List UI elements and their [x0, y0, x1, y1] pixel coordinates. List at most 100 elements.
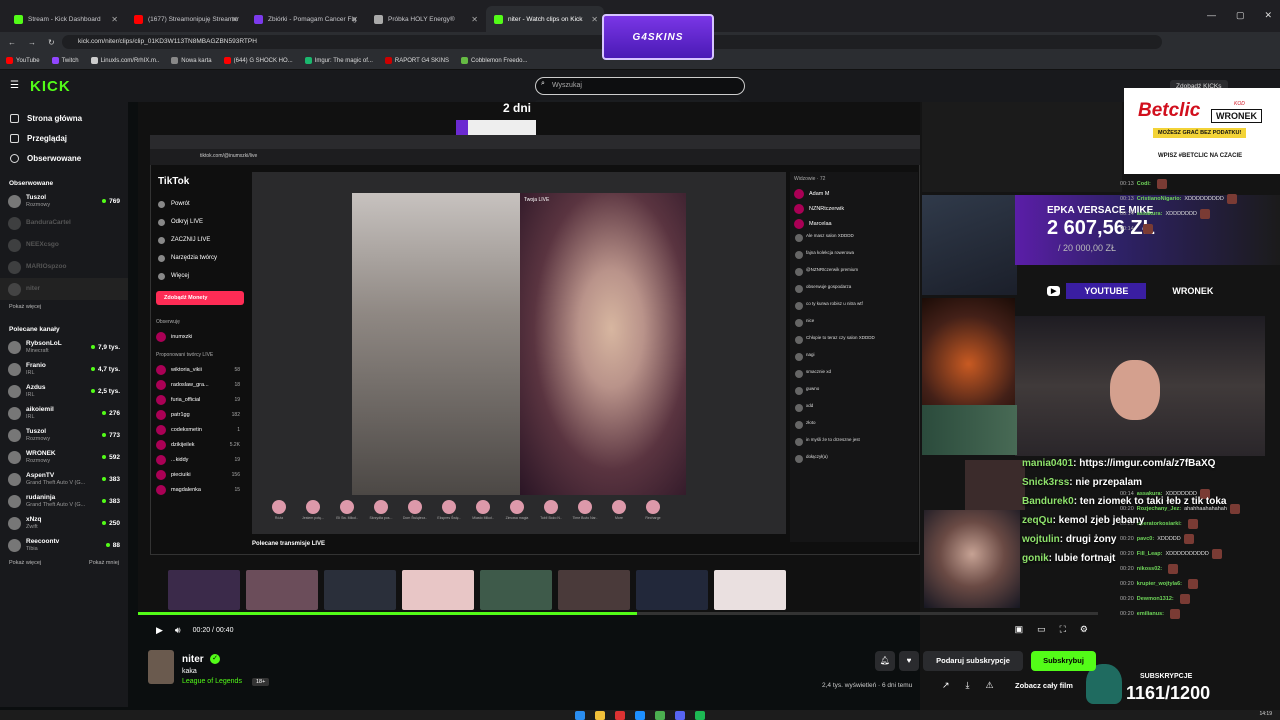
menu-icon[interactable]: ☰ [10, 80, 19, 91]
tiktok-chat-message: Chłopie to teraz czy salon XDDDD [790, 333, 918, 350]
tiktok-chat-message: złoto [790, 418, 918, 435]
tiktok-user: radoslaw_gra... 18 [152, 377, 248, 392]
nav-following[interactable]: Obserwowane [0, 148, 128, 168]
kick-favicon [494, 14, 503, 24]
followed-channel[interactable]: Tuszol Rozmowy 769 [0, 190, 128, 212]
recommended-channel[interactable]: Reecoontv Tibia 88 [0, 534, 128, 556]
avatar [156, 331, 166, 342]
followed-channel[interactable]: BandurаCartel [0, 212, 128, 234]
recommended-channel[interactable]: RybsonLoL Minecraft 7,9 tys. [0, 336, 128, 358]
browser-tab[interactable]: Zbiórki - Pomagam Cancer Fig ✕ [246, 6, 364, 32]
bookmark[interactable]: YouTube [6, 57, 40, 64]
tiktok-chat-message: Ale masz salon XDDDD [790, 231, 918, 248]
browser-tab[interactable]: Stream - Kick Dashboard ✕ [6, 6, 124, 32]
discord-icon[interactable] [675, 711, 685, 720]
tiktok-user: patr1gg 182 [152, 407, 248, 422]
browser-tab-active[interactable]: niter - Watch clips on Kick ✕ [486, 6, 604, 32]
bookmark[interactable]: Cobblemon Freedo... [461, 57, 527, 64]
subscribe-button[interactable]: Subskrybuj [1031, 651, 1096, 671]
bookmark[interactable]: RAPORT G4 SKINS [384, 57, 449, 64]
gift-subs-button[interactable]: Podaruj subskrypcje [923, 651, 1023, 671]
settings-icon[interactable]: ⚙ [1080, 624, 1088, 635]
recommended-channel[interactable]: WRONEK Rozmowy 592 [0, 446, 128, 468]
app-icon[interactable] [635, 711, 645, 720]
avatar [156, 409, 166, 420]
recommended-channel[interactable]: Tuszol Rozmowy 773 [0, 424, 128, 446]
browser-tab[interactable]: (1677) Streamonipuję Streamer ✕ [126, 6, 244, 32]
followed-channel[interactable]: NEEXcsgo [0, 234, 128, 256]
category-link[interactable]: League of Legends [182, 678, 242, 685]
close-tab-icon[interactable]: ✕ [111, 15, 118, 24]
minimize-icon[interactable]: — [1207, 10, 1216, 21]
recommended-channel[interactable]: xNzq Zwift 250 [0, 512, 128, 534]
gift-icon [306, 500, 320, 514]
recommended-channel[interactable]: aikoiemil IRL 276 [0, 402, 128, 424]
see-full-video-button[interactable]: Zobacz cały film [1015, 681, 1073, 690]
bookmark[interactable]: Linuxls.com/RrhIX.m.. [90, 57, 159, 64]
overlay-chat-line: 00:13 Codi: [1120, 176, 1280, 191]
gift-item: Tobi! Bożo N.. [536, 498, 566, 532]
chrome-icon[interactable] [655, 711, 665, 720]
close-tab-icon[interactable]: ✕ [231, 15, 238, 24]
start-icon[interactable] [575, 711, 585, 720]
explorer-icon[interactable] [595, 711, 605, 720]
channel-avatar[interactable] [148, 650, 174, 684]
search-input[interactable]: Wyszukaj [535, 77, 745, 95]
tiktok-live-label: Polecane transmisje LIVE [252, 541, 326, 547]
kick-logo[interactable]: KICK [30, 78, 71, 95]
volume-icon[interactable]: 🔊︎ [175, 625, 181, 636]
avatar [156, 424, 166, 435]
followed-section-title: Obserwowane [9, 179, 54, 187]
followed-channel[interactable]: MARIOspzoo [0, 256, 128, 278]
gift-icon [544, 500, 558, 514]
window-controls: — ▢ ✕ [1207, 10, 1272, 21]
maximize-icon[interactable]: ▢ [1236, 10, 1245, 21]
recommended-channel[interactable]: rudaninja Grand Theft Auto V (G... 383 [0, 490, 128, 512]
browser-tab[interactable]: Próbka HOLY Energy® ✕ [366, 6, 484, 32]
tiktok-chat: Widzowie · 72 Adam M NZNRtczerwik Marcel… [790, 172, 918, 542]
reload-icon[interactable]: ↻ [48, 38, 55, 47]
recommended-channel[interactable]: Azdus IRL 2,5 tys. [0, 380, 128, 402]
camera-icon [158, 236, 165, 244]
close-window-icon[interactable]: ✕ [1264, 10, 1272, 21]
share-icon[interactable]: ↗ [942, 680, 950, 691]
channel-name[interactable]: niter [182, 654, 204, 665]
avatar [8, 406, 21, 420]
nav-home[interactable]: Strona główna [0, 108, 128, 128]
play-icon[interactable]: ▶ [156, 625, 163, 636]
show-more-link[interactable]: Pokaż więcej [0, 556, 41, 570]
avatar [8, 428, 21, 442]
recommended-channel[interactable]: AspenTV Grand Theft Auto V (G... 383 [0, 468, 128, 490]
close-tab-icon[interactable]: ✕ [591, 15, 598, 24]
close-tab-icon[interactable]: ✕ [471, 15, 478, 24]
gift-item: Time Bożo Nar.. [570, 498, 600, 532]
avatar [8, 194, 21, 208]
fullscreen-icon[interactable]: ⛶ [1060, 624, 1066, 635]
download-icon[interactable]: ⤓ [966, 680, 970, 691]
close-tab-icon[interactable]: ✕ [351, 15, 358, 24]
app-icon[interactable] [615, 711, 625, 720]
show-more-link[interactable]: Pokaż więcej [0, 300, 128, 314]
bookmark[interactable]: Imgur: The magic of... [304, 57, 373, 64]
forward-icon[interactable]: → [28, 38, 36, 47]
heart-icon[interactable]: ♥ [899, 651, 919, 671]
spotify-icon[interactable] [695, 711, 705, 720]
avatar [8, 238, 21, 252]
tiktok-user: wiktoria_vikii 58 [152, 362, 248, 377]
bookmark[interactable]: Twitch [51, 57, 79, 64]
avatar [794, 188, 804, 199]
recommended-channel[interactable]: Franio IRL 4,7 tys. [0, 358, 128, 380]
theater-icon[interactable]: ▭ [1037, 624, 1046, 635]
report-icon[interactable]: ⚠ [986, 680, 994, 691]
followed-channel[interactable]: niter [0, 278, 128, 300]
gift-item: More [604, 498, 634, 532]
bookmark[interactable]: (644) G SHOCK HO... [223, 57, 293, 64]
show-less-link[interactable]: Pokaż mniej [80, 556, 119, 570]
bookmark[interactable]: Nowa karta [171, 57, 212, 64]
back-icon[interactable]: ← [8, 38, 16, 47]
bell-icon[interactable]: 🔔︎ [875, 651, 895, 671]
clip-icon[interactable]: ▣ [1015, 624, 1024, 635]
avatar [8, 472, 21, 486]
nav-browse[interactable]: Przeglądaj [0, 128, 128, 148]
search-icon: ⌕ [541, 80, 545, 87]
